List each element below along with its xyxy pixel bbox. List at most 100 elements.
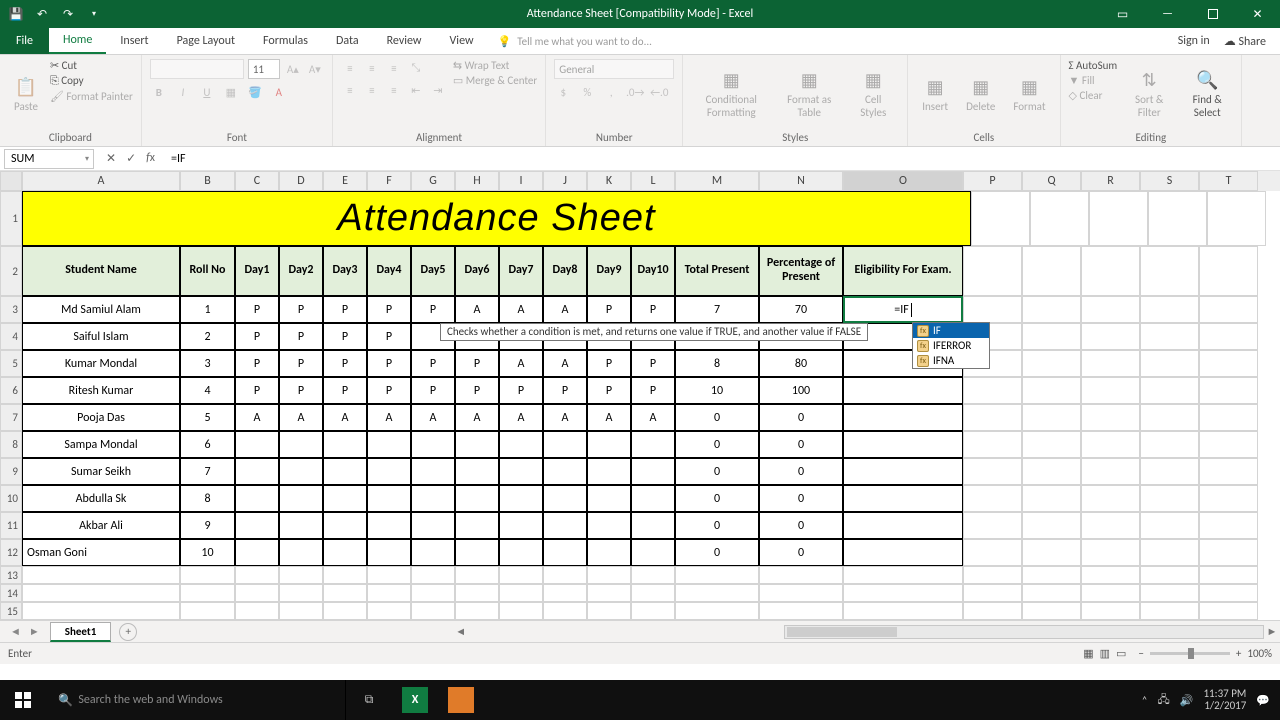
format-painter-button[interactable]: 🖌 Format Painter (50, 90, 133, 103)
view-page-layout-icon[interactable]: ▥ (1100, 647, 1110, 660)
cell-day8[interactable] (543, 431, 587, 458)
cell-total-present[interactable]: 0 (675, 404, 759, 431)
bold-button[interactable]: B (150, 83, 168, 101)
cell-day4[interactable] (367, 431, 411, 458)
cell-total-present[interactable]: 10 (675, 377, 759, 404)
cell-day4[interactable] (367, 485, 411, 512)
align-bot-icon[interactable]: ≡ (385, 59, 403, 77)
ribbon-options-icon[interactable]: ▭ (1100, 0, 1145, 28)
hscroll-left-icon[interactable]: ◄ (453, 625, 469, 638)
cell-name[interactable]: Kumar Mondal (22, 350, 180, 377)
cell-day1[interactable]: P (235, 296, 279, 323)
cell-day5[interactable] (411, 458, 455, 485)
hdr-roll-no[interactable]: Roll No (180, 246, 235, 296)
cell-eligibility[interactable]: =IF (843, 296, 963, 323)
tray-network-icon[interactable]: 🖧 (1158, 691, 1170, 710)
copy-button[interactable]: ⎘ Copy (50, 74, 133, 88)
select-all-button[interactable] (0, 171, 22, 191)
delete-cells-button[interactable]: ▦Delete (960, 59, 1001, 129)
wrap-text-button[interactable]: ⇆ Wrap Text (453, 59, 537, 72)
cell-roll[interactable]: 5 (180, 404, 235, 431)
cell-day4[interactable] (367, 539, 411, 566)
cell-day4[interactable]: P (367, 323, 411, 350)
row-header-5[interactable]: 5 (0, 350, 22, 377)
tab-data[interactable]: Data (322, 28, 373, 54)
col-J[interactable]: J (543, 171, 587, 191)
row-header-15[interactable]: 15 (0, 602, 22, 620)
cut-button[interactable]: ✂ Cut (50, 59, 133, 72)
spreadsheet-grid[interactable]: 1 Attendance Sheet 2 Student Name Roll N… (0, 191, 1280, 620)
cell-pct-present[interactable]: 0 (759, 458, 843, 485)
col-F[interactable]: F (367, 171, 411, 191)
cell-day1[interactable]: P (235, 323, 279, 350)
cell-day1[interactable] (235, 485, 279, 512)
cell-day2[interactable] (279, 458, 323, 485)
comma-icon[interactable]: , (602, 83, 620, 101)
cell-day3[interactable] (323, 431, 367, 458)
hdr-day4[interactable]: Day4 (367, 246, 411, 296)
col-B[interactable]: B (180, 171, 235, 191)
cancel-formula-icon[interactable]: ✕ (106, 151, 116, 166)
cell-day9[interactable] (587, 431, 631, 458)
cell-eligibility[interactable] (843, 485, 963, 512)
cell-roll[interactable]: 6 (180, 431, 235, 458)
notification-icon[interactable]: 💬 (1256, 694, 1270, 707)
cell-day6[interactable]: P (455, 377, 499, 404)
col-M[interactable]: M (675, 171, 759, 191)
cell-pct-present[interactable]: 80 (759, 350, 843, 377)
cell-day3[interactable]: P (323, 350, 367, 377)
cell-eligibility[interactable] (843, 539, 963, 566)
cell-name[interactable]: Ritesh Kumar (22, 377, 180, 404)
cell-name[interactable]: Sampa Mondal (22, 431, 180, 458)
col-R[interactable]: R (1081, 171, 1140, 191)
sheet-nav-next-icon[interactable]: ► (29, 625, 40, 638)
col-G[interactable]: G (411, 171, 455, 191)
col-N[interactable]: N (759, 171, 843, 191)
hdr-pct-present[interactable]: Percentage of Present (759, 246, 843, 296)
cell-day1[interactable] (235, 458, 279, 485)
cell-day9[interactable] (587, 539, 631, 566)
hscroll-right-icon[interactable]: ► (1264, 625, 1280, 638)
cell-day6[interactable]: P (455, 350, 499, 377)
col-S[interactable]: S (1140, 171, 1199, 191)
cell-total-present[interactable]: 7 (675, 296, 759, 323)
tab-file[interactable]: File (0, 28, 49, 54)
zoom-in-icon[interactable]: + (1236, 647, 1241, 660)
cell-day8[interactable]: A (543, 350, 587, 377)
cell-day5[interactable] (411, 485, 455, 512)
row-header-8[interactable]: 8 (0, 431, 22, 458)
cell-total-present[interactable]: 0 (675, 539, 759, 566)
row-header-3[interactable]: 3 (0, 296, 22, 323)
cell-day10[interactable] (631, 458, 675, 485)
cell-day2[interactable]: P (279, 296, 323, 323)
cell-pct-present[interactable]: 0 (759, 485, 843, 512)
col-D[interactable]: D (279, 171, 323, 191)
cell-day2[interactable] (279, 539, 323, 566)
hdr-day9[interactable]: Day9 (587, 246, 631, 296)
cell-day10[interactable] (631, 539, 675, 566)
col-A[interactable]: A (22, 171, 180, 191)
tab-insert[interactable]: Insert (106, 28, 162, 54)
merge-center-button[interactable]: ▭ Merge & Center (453, 74, 537, 87)
row-header-4[interactable]: 4 (0, 323, 22, 350)
formula-input[interactable]: =IF (167, 152, 1280, 166)
cell-day7[interactable]: P (499, 377, 543, 404)
align-left-icon[interactable]: ≡ (341, 81, 359, 99)
cell-day7[interactable] (499, 539, 543, 566)
taskbar-app-icon[interactable] (438, 680, 484, 720)
tell-me-search[interactable]: 💡 Tell me what you want to do... (498, 28, 652, 54)
cell-name[interactable]: Md Samiul Alam (22, 296, 180, 323)
sheet-nav-prev-icon[interactable]: ◄ (10, 625, 21, 638)
cell-day3[interactable] (323, 485, 367, 512)
cell-roll[interactable]: 7 (180, 458, 235, 485)
row-header-12[interactable]: 12 (0, 539, 22, 566)
minimize-button[interactable]: — (1145, 0, 1190, 28)
taskbar-search[interactable]: 🔍 Search the web and Windows (46, 680, 346, 720)
cell-total-present[interactable]: 0 (675, 431, 759, 458)
indent-dec-icon[interactable]: ⇤ (407, 81, 425, 99)
view-page-break-icon[interactable]: ▭ (1116, 647, 1126, 660)
cell-day2[interactable] (279, 512, 323, 539)
cell-day8[interactable] (543, 512, 587, 539)
cell-day3[interactable] (323, 512, 367, 539)
insert-cells-button[interactable]: ▦Insert (916, 59, 954, 129)
